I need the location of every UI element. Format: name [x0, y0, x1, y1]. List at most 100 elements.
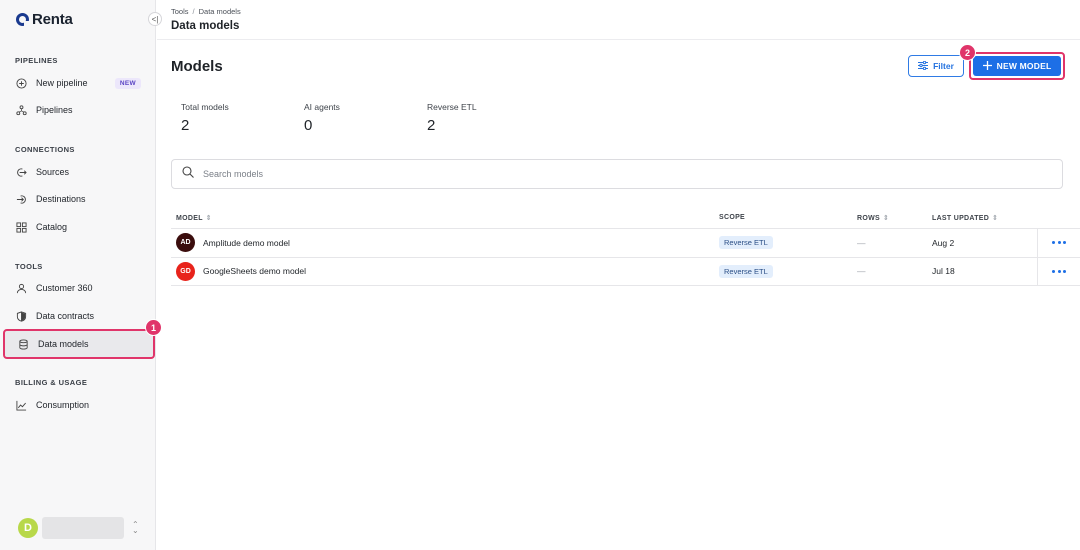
last-updated-cell: Aug 2 — [932, 237, 955, 248]
sidebar-item-label: New pipeline — [36, 78, 88, 88]
sidebar-item-label: Pipelines — [36, 105, 73, 115]
brand-name: Renta — [32, 11, 73, 28]
scope-cell: Reverse ETL — [719, 258, 773, 286]
search-box[interactable] — [171, 159, 1063, 189]
sidebar-item-pipelines[interactable]: Pipelines — [5, 97, 153, 123]
sidebar-item-label: Consumption — [36, 400, 90, 410]
more-dots-icon — [1052, 269, 1066, 273]
last-updated-cell: Jul 18 — [932, 266, 955, 277]
model-name[interactable]: Amplitude demo model — [203, 238, 290, 248]
section-title-connections: CONNECTIONS — [15, 145, 75, 154]
catalog-icon — [16, 221, 27, 233]
stat-value: 2 — [427, 117, 436, 134]
breadcrumb: Tools / Data models — [171, 7, 241, 16]
pipelines-icon — [16, 104, 27, 116]
column-header-last-updated[interactable]: LAST UPDATED ⇕ — [932, 214, 999, 223]
chart-line-icon — [16, 400, 27, 411]
header-title: Data models — [171, 20, 240, 32]
filter-button[interactable]: Filter — [908, 55, 964, 77]
sidebar-item-catalog[interactable]: Catalog — [5, 214, 153, 240]
scope-badge: Reverse ETL — [719, 264, 773, 278]
column-label: ROWS — [857, 214, 880, 222]
model-name[interactable]: GoogleSheets demo model — [203, 266, 306, 276]
scope-cell: Reverse ETL — [719, 229, 773, 257]
column-label: SCOPE — [719, 214, 746, 221]
page-title: Models — [171, 58, 223, 75]
section-title-billing: BILLING & USAGE — [15, 378, 88, 387]
brand-logo[interactable]: Renta — [16, 11, 73, 28]
stat-label: Reverse ETL — [427, 102, 477, 112]
step-marker-2: 2 — [959, 44, 976, 61]
breadcrumb-separator: / — [192, 7, 195, 16]
user-avatar: D — [18, 518, 38, 538]
new-model-highlight: NEW MODEL — [969, 52, 1065, 80]
destination-icon — [16, 194, 27, 205]
table-header: MODEL ⇕ SCOPE ROWS ⇕ LAST UPDATED ⇕ — [171, 208, 1080, 229]
plus-icon — [982, 60, 992, 72]
sidebar-item-consumption[interactable]: Consumption — [5, 392, 153, 418]
sidebar-item-data-models[interactable]: Data models — [3, 329, 155, 359]
table-row[interactable]: AD Amplitude demo model Reverse ETL — Au… — [171, 229, 1080, 258]
stat-total-models: Total models 2 — [181, 102, 304, 134]
column-header-rows[interactable]: ROWS ⇕ — [857, 214, 890, 223]
sidebar-item-label: Sources — [36, 167, 70, 177]
sidebar-item-data-contracts[interactable]: Data contracts — [5, 303, 153, 329]
more-dots-icon — [1052, 241, 1066, 245]
step-marker-1: 1 — [145, 319, 162, 336]
shield-icon — [16, 310, 27, 322]
column-header-model[interactable]: MODEL ⇕ — [176, 214, 212, 223]
sidebar: Renta PIPELINES New pipeline NEW Pipelin… — [0, 0, 162, 550]
model-avatar: GD — [176, 261, 195, 281]
table-row[interactable]: GD GoogleSheets demo model Reverse ETL —… — [171, 257, 1080, 286]
sidebar-item-new-pipeline[interactable]: New pipeline NEW — [5, 70, 153, 96]
stat-reverse-etl: Reverse ETL 2 — [427, 102, 550, 134]
column-label: LAST UPDATED — [932, 214, 990, 222]
user-icon — [16, 283, 27, 294]
stat-label: AI agents — [304, 102, 340, 112]
stat-value: 0 — [304, 117, 313, 134]
renta-logo-icon — [16, 13, 29, 26]
stat-value: 2 — [181, 117, 190, 134]
sort-icon: ⇕ — [205, 215, 212, 222]
sort-icon: ⇕ — [882, 215, 890, 222]
row-menu-button[interactable] — [1037, 229, 1080, 257]
model-cell: AD Amplitude demo model — [176, 229, 290, 257]
section-title-pipelines: PIPELINES — [15, 56, 58, 65]
model-cell: GD GoogleSheets demo model — [176, 258, 306, 286]
user-menu[interactable]: D ⌃ ⌄ — [18, 517, 139, 539]
model-avatar: AD — [176, 233, 195, 253]
search-icon — [182, 165, 194, 183]
sidebar-item-customer-360[interactable]: Customer 360 — [5, 275, 153, 301]
plus-circle-icon — [16, 77, 27, 89]
sidebar-item-destinations[interactable]: Destinations — [5, 186, 153, 212]
source-icon — [16, 167, 27, 178]
stat-ai-agents: AI agents 0 — [304, 102, 427, 134]
chevron-up-down-icon: ⌃ ⌄ — [132, 520, 139, 535]
filter-sliders-icon — [918, 60, 929, 72]
top-header: Tools / Data models Data models — [157, 0, 1080, 40]
breadcrumb-tools[interactable]: Tools — [171, 7, 189, 16]
rows-cell: — — [857, 266, 866, 277]
column-header-scope: SCOPE — [719, 214, 745, 221]
new-model-button[interactable]: NEW MODEL — [973, 56, 1061, 76]
sidebar-item-label: Customer 360 — [36, 283, 93, 293]
search-input[interactable] — [203, 169, 603, 179]
sort-icon: ⇕ — [992, 215, 999, 222]
new-model-label: NEW MODEL — [996, 61, 1052, 71]
breadcrumb-data-models[interactable]: Data models — [199, 7, 241, 16]
filter-label: Filter — [933, 61, 954, 71]
stats-row: Total models 2 AI agents 0 Reverse ETL 2 — [181, 102, 550, 134]
user-name-redacted — [42, 517, 124, 539]
column-label: MODEL — [176, 214, 203, 222]
sidebar-item-label: Data models — [38, 339, 89, 349]
sidebar-item-label: Catalog — [36, 222, 68, 232]
section-title-tools: TOOLS — [15, 262, 43, 271]
scope-badge: Reverse ETL — [719, 236, 773, 250]
collapse-sidebar-icon[interactable]: <| — [148, 12, 162, 26]
new-badge: NEW — [114, 77, 141, 89]
sidebar-item-label: Destinations — [36, 194, 86, 204]
sidebar-item-sources[interactable]: Sources — [5, 159, 153, 185]
stat-label: Total models — [181, 102, 229, 112]
rows-cell: — — [857, 237, 866, 248]
row-menu-button[interactable] — [1037, 257, 1080, 285]
